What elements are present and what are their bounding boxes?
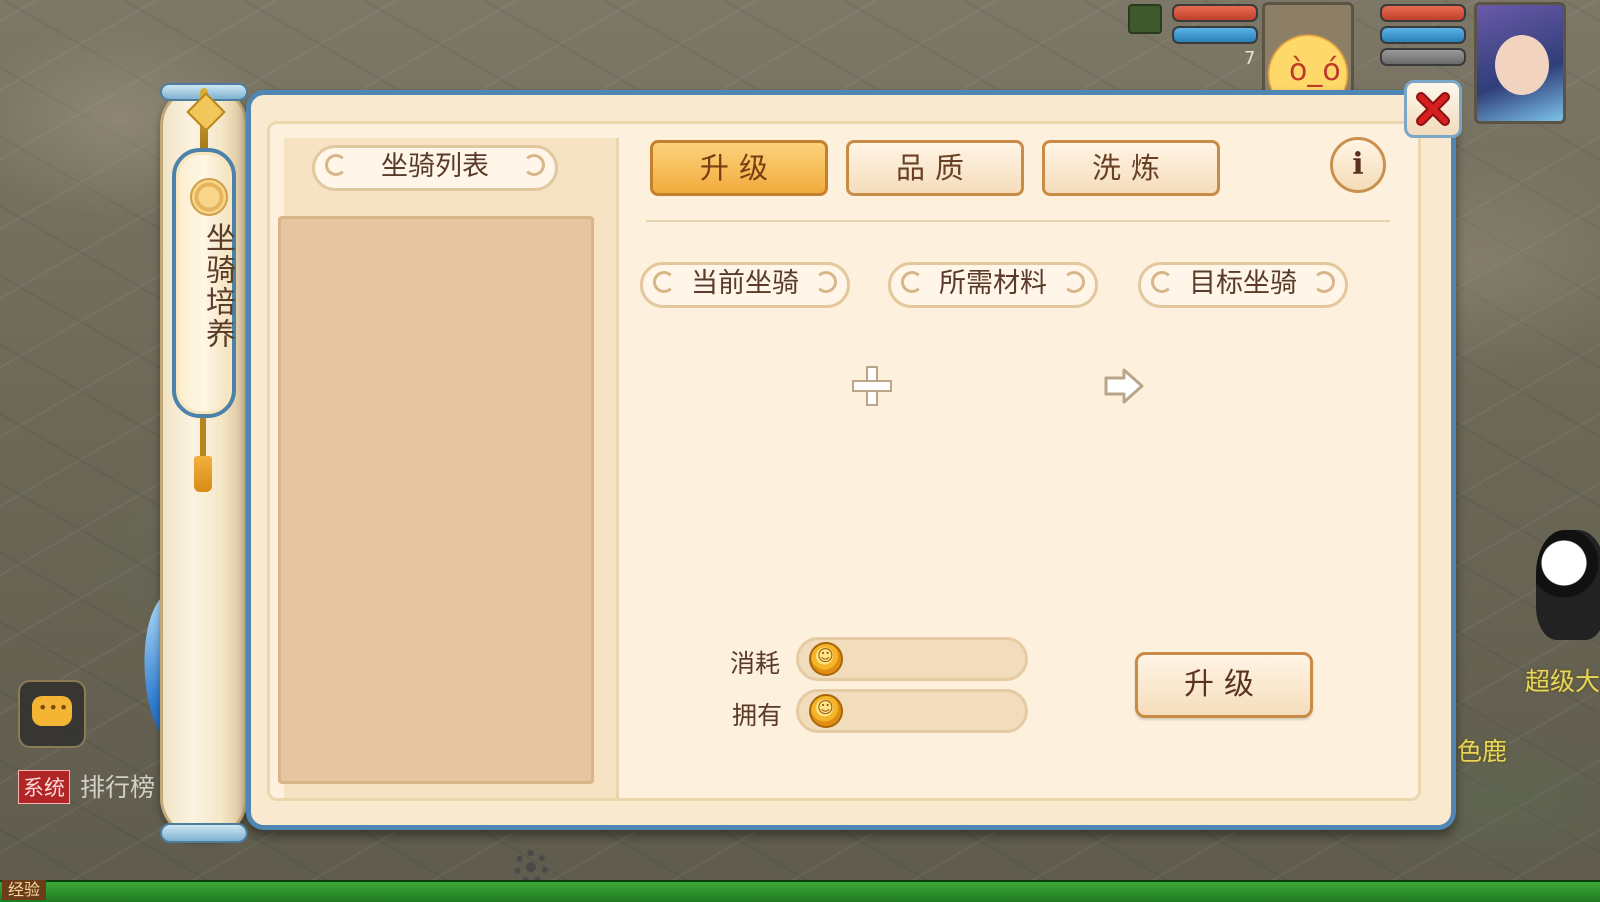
pet-status-bars [1172,4,1258,48]
hero-hp-bar [1380,4,1466,22]
system-message: 排行榜 [80,773,156,802]
own-field [796,689,1028,733]
target-mount-label: 目标坐骑 [1138,262,1348,308]
plus-icon [852,366,892,406]
pet-level: 7 [1244,48,1256,69]
tab-upgrade[interactable]: 升级 [650,140,828,196]
chat-button[interactable] [18,680,86,748]
mount-list[interactable] [278,216,594,784]
buff-icon[interactable] [1128,4,1162,34]
chat-bubble-icon [32,696,72,726]
hero-mp-bar [1380,26,1466,44]
hero-portrait[interactable] [1474,2,1566,124]
panda-character [1536,530,1600,640]
coin-icon [809,694,843,728]
tab-refine[interactable]: 洗炼 [1042,140,1220,196]
upgrade-button[interactable]: 升级 [1135,652,1313,718]
player-name-label: 超级大 [1525,667,1600,696]
experience-bar [0,880,1600,902]
pet-hp-bar [1172,4,1258,22]
gear-icon[interactable] [514,850,548,884]
hero-status-bars [1380,4,1466,70]
pet-face-icon: ò_ó [1289,53,1341,88]
close-button[interactable] [1404,80,1462,138]
cloud-emblem-icon [190,178,228,216]
npc-name-label: 色鹿 [1457,737,1508,766]
hero-face-icon [1495,35,1549,95]
coin-icon [809,642,843,676]
consume-field [796,637,1028,681]
tassel-ornament-top [200,88,208,152]
consume-label: 消耗 [730,649,781,678]
pet-mp-bar [1172,26,1258,44]
sidebar-tab-label: 坐骑培养 [200,222,235,350]
sidebar-tab-mount-training[interactable]: 坐骑培养 [172,148,236,418]
required-materials-label: 所需材料 [888,262,1098,308]
close-icon [1416,92,1450,126]
current-mount-label: 当前坐骑 [640,262,850,308]
hero-exp-bar [1380,48,1466,66]
system-tag: 系统 [18,770,70,804]
divider [646,220,1390,222]
info-button[interactable]: i [1330,137,1386,193]
experience-label: 经验 [2,880,47,900]
own-label: 拥有 [732,701,783,730]
tab-quality[interactable]: 品质 [846,140,1024,196]
tassel-ornament-bottom [194,418,212,492]
mount-list-header: 坐骑列表 [312,145,558,191]
arrow-right-icon [1104,368,1144,404]
